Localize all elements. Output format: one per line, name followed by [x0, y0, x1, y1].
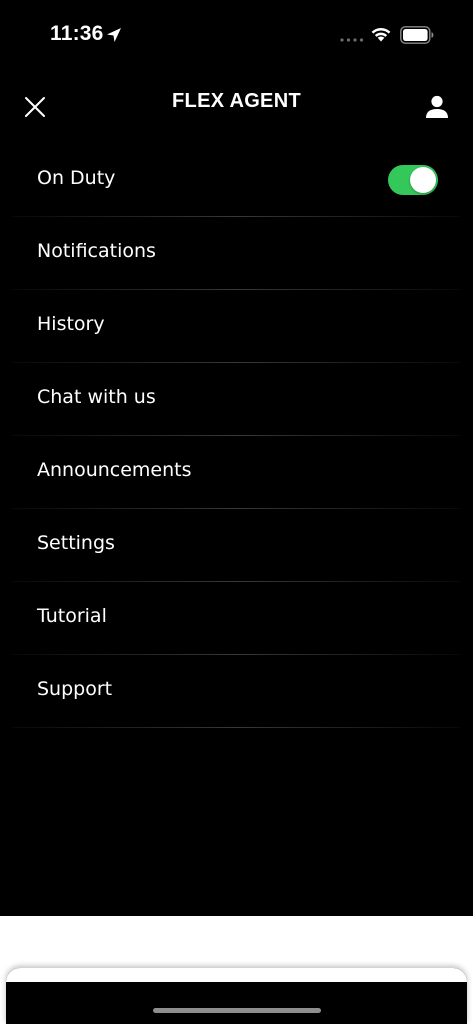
- status-time: 11:36: [50, 22, 104, 45]
- page-title: FLEX AGENT: [172, 90, 301, 112]
- app-header: FLEX AGENT: [0, 80, 473, 132]
- menu-item-label: Settings: [37, 532, 115, 554]
- menu-item-chat-with-us[interactable]: Chat with us: [0, 363, 473, 436]
- menu-item-label: Announcements: [37, 459, 192, 481]
- menu-item-announcements[interactable]: Announcements: [0, 436, 473, 509]
- menu-item-label: Chat with us: [37, 386, 156, 408]
- menu-item-tutorial[interactable]: Tutorial: [0, 582, 473, 655]
- menu-item-support[interactable]: Support: [0, 655, 473, 728]
- person-icon[interactable]: [423, 93, 451, 121]
- side-menu: On Duty Notifications History Chat with …: [0, 144, 473, 728]
- menu-item-notifications[interactable]: Notifications: [0, 217, 473, 290]
- menu-item-history[interactable]: History: [0, 290, 473, 363]
- location-arrow-icon: [107, 28, 121, 42]
- bottom-sheet-top: [6, 968, 467, 982]
- on-duty-toggle[interactable]: [388, 165, 438, 195]
- menu-item-label: On Duty: [37, 167, 116, 189]
- menu-item-settings[interactable]: Settings: [0, 509, 473, 582]
- status-bar: 11:36: [0, 0, 473, 70]
- menu-item-label: Notifications: [37, 240, 156, 262]
- menu-item-label: Support: [37, 678, 113, 700]
- menu-item-label: Tutorial: [37, 605, 107, 627]
- home-indicator[interactable]: [153, 1008, 321, 1013]
- menu-divider: [12, 727, 461, 728]
- signal-dots-icon: [340, 38, 364, 42]
- battery-icon: [400, 26, 434, 44]
- wifi-icon: [371, 27, 391, 42]
- menu-item-on-duty: On Duty: [0, 144, 473, 217]
- bottom-sheet[interactable]: [6, 968, 467, 1024]
- toggle-knob: [410, 167, 436, 193]
- menu-screen: 11:36 FLEX AGENT On Duty Notifications H…: [0, 0, 473, 916]
- menu-item-label: History: [37, 313, 105, 335]
